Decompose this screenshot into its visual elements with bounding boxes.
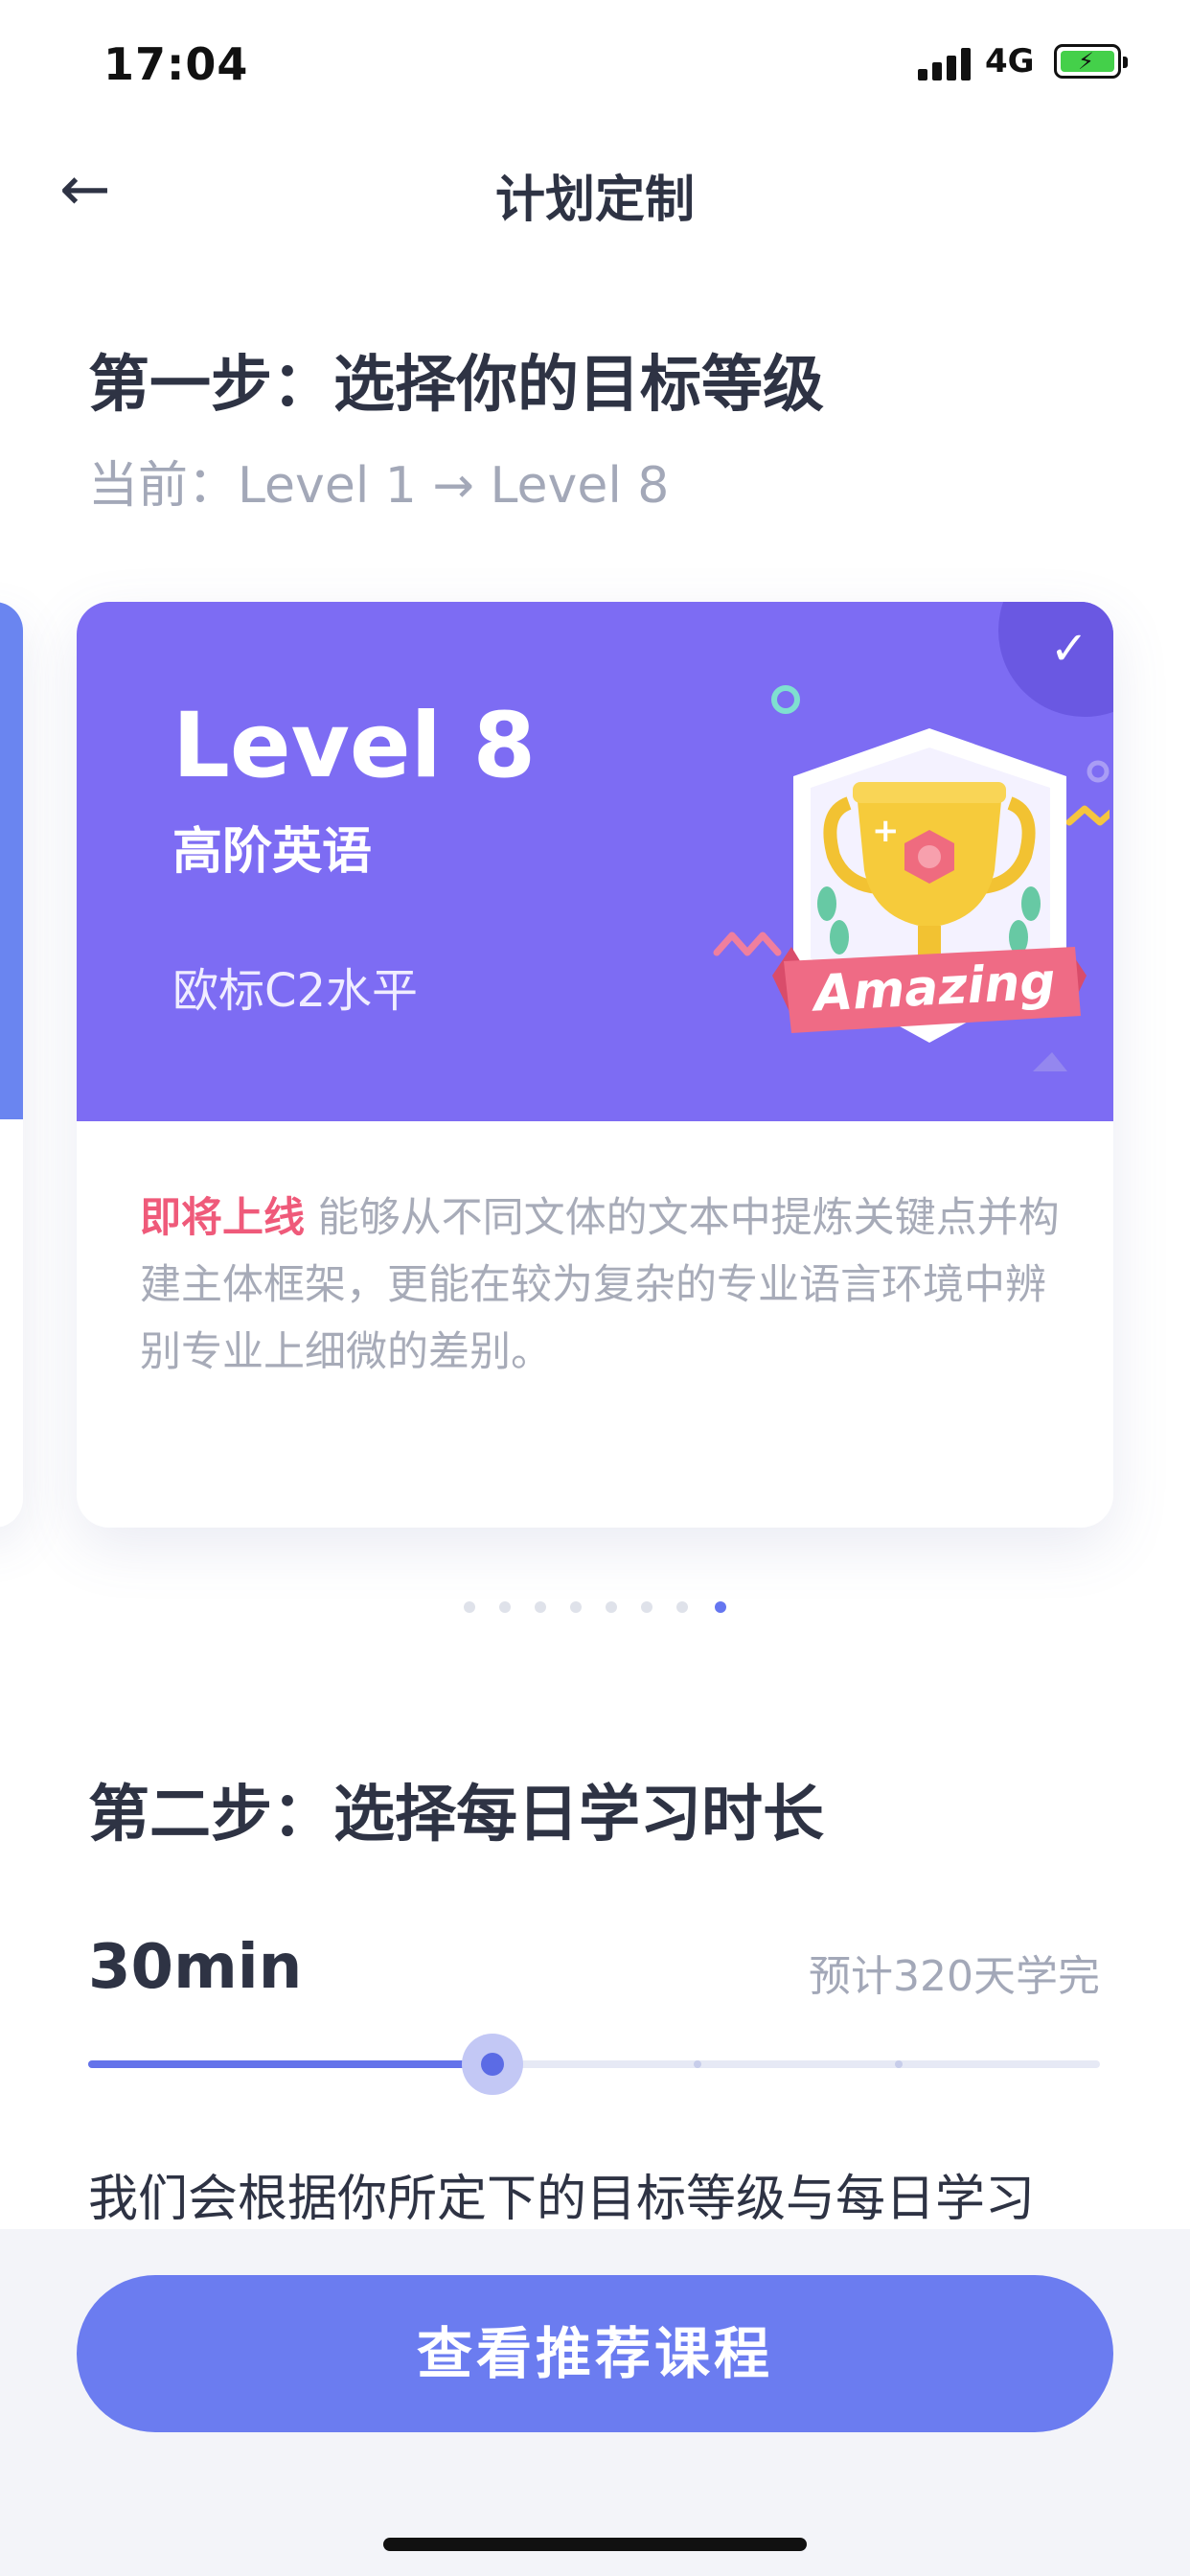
svg-text:+: + bbox=[872, 812, 900, 850]
coming-soon-tag: 即将上线 bbox=[140, 1194, 305, 1242]
current-level-text: 当前：Level 1 → Level 8 bbox=[88, 457, 670, 515]
pager-dot[interactable] bbox=[676, 1601, 688, 1613]
home-indicator bbox=[383, 2538, 807, 2551]
page-title: 计划定制 bbox=[494, 172, 695, 229]
network-type: 4G bbox=[985, 42, 1035, 80]
pager-dot[interactable] bbox=[535, 1601, 546, 1613]
duration-slider-fill bbox=[88, 2060, 493, 2068]
level-standard: 欧标C2水平 bbox=[172, 964, 419, 1018]
level-card[interactable]: ✓ Level 8 高阶英语 欧标C2水平 + Amazing 即将上线 能够从… bbox=[77, 602, 1113, 1528]
level-number: Level 8 bbox=[172, 694, 537, 798]
battery-icon: ⚡ bbox=[1054, 44, 1128, 79]
trophy-badge-icon: + Amazing bbox=[713, 685, 1110, 1071]
view-recommended-courses-button[interactable]: 查看推荐课程 bbox=[77, 2275, 1113, 2432]
slider-tick bbox=[895, 2060, 903, 2068]
pager-dot[interactable] bbox=[570, 1601, 582, 1613]
carousel-pager bbox=[464, 1601, 732, 1615]
pager-dot[interactable] bbox=[464, 1601, 475, 1613]
step2-title: 第二步：选择每日学习时长 bbox=[88, 1780, 824, 1851]
step1-title: 第一步：选择你的目标等级 bbox=[88, 350, 824, 421]
status-time: 17:04 bbox=[103, 38, 249, 90]
completion-estimate: 预计320天学完 bbox=[809, 1952, 1100, 2001]
level-name: 高阶英语 bbox=[172, 823, 373, 881]
pager-dot-active[interactable] bbox=[715, 1601, 726, 1613]
daily-duration: 30min bbox=[88, 1932, 303, 2003]
plan-intro-text: 我们会根据你所定下的目标等级与每日学习 bbox=[88, 2171, 1036, 2228]
pager-dot[interactable] bbox=[499, 1601, 511, 1613]
pager-dot[interactable] bbox=[641, 1601, 652, 1613]
pager-dot[interactable] bbox=[606, 1601, 617, 1613]
level-card-header: ✓ Level 8 高阶英语 欧标C2水平 + Amazing bbox=[77, 602, 1113, 1121]
level-description: 即将上线 能够从不同文体的文本中提炼关键点并构建主体框架，更能在较为复杂的专业语… bbox=[140, 1184, 1060, 1386]
previous-level-card[interactable] bbox=[0, 602, 23, 1528]
slider-tick bbox=[694, 2060, 701, 2068]
signal-icon bbox=[918, 48, 972, 80]
